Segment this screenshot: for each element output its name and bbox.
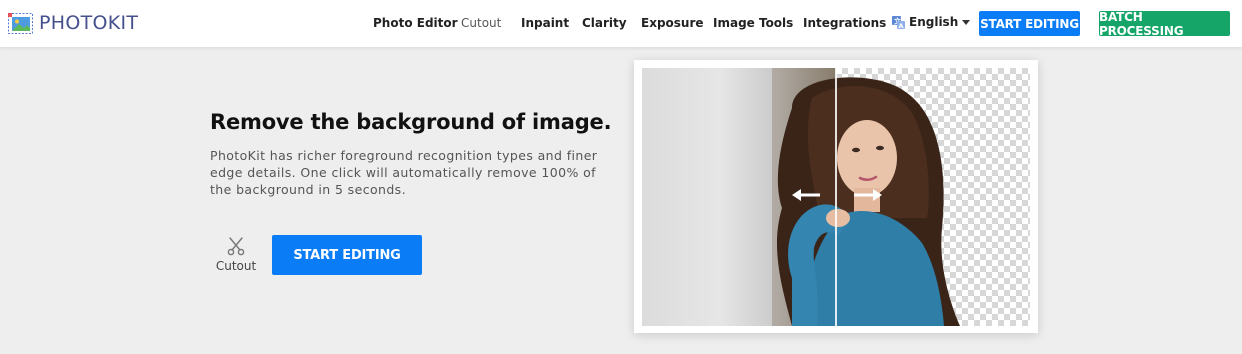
nav-image-tools[interactable]: Image Tools	[713, 16, 793, 30]
brand-logo[interactable]: PHOTOKIT	[8, 11, 138, 35]
nav-inpaint[interactable]: Inpaint	[521, 16, 569, 30]
brand-name: PHOTOKIT	[39, 12, 139, 34]
hero-description: PhotoKit has richer foreground recogniti…	[210, 148, 598, 197]
language-label: English	[909, 15, 959, 29]
preview-card	[634, 60, 1038, 333]
cutout-tool-label: Cutout	[215, 259, 257, 273]
cutout-tool[interactable]: Cutout	[212, 236, 260, 273]
arrow-right-icon	[854, 189, 882, 201]
header-start-editing-button[interactable]: START EDITING	[979, 11, 1080, 36]
nav-clarity[interactable]: Clarity	[582, 16, 627, 30]
comparison-divider[interactable]	[835, 68, 837, 326]
language-selector[interactable]: 文 A English	[892, 15, 971, 29]
hero-title: Remove the background of image.	[210, 110, 612, 134]
translate-icon: 文 A	[892, 15, 905, 29]
batch-processing-button[interactable]: BATCH PROCESSING	[1099, 10, 1230, 38]
top-header: PHOTOKIT Photo Editor Cutout Inpaint Cla…	[0, 0, 1242, 47]
chevron-down-icon	[962, 19, 971, 25]
start-editing-button[interactable]: START EDITING	[272, 235, 422, 275]
svg-text:A: A	[899, 22, 904, 29]
nav-photo-editor[interactable]: Photo Editor	[373, 16, 458, 30]
scissors-icon	[227, 237, 245, 256]
before-after-image[interactable]	[642, 68, 1030, 326]
nav-integrations[interactable]: Integrations	[803, 16, 886, 30]
photokit-logo-icon	[8, 12, 33, 34]
arrow-left-icon	[792, 189, 820, 201]
nav-cutout[interactable]: Cutout	[461, 16, 501, 30]
nav-exposure[interactable]: Exposure	[641, 16, 704, 30]
